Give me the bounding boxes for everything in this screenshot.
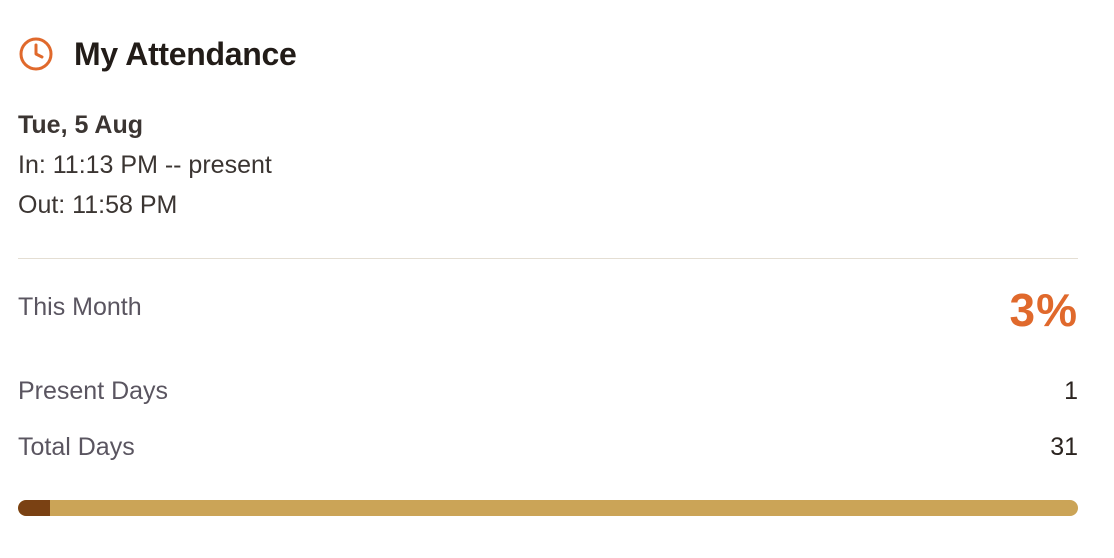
attendance-progress-bar [18,500,1078,516]
this-month-label: This Month [18,293,142,321]
check-out-text: Out: 11:58 PM [18,191,178,219]
present-days-value: 1 [1064,377,1078,405]
attendance-card: My Attendance Tue, 5 Aug In: 11:13 PM --… [0,0,1114,558]
attendance-progress-fill [18,500,50,516]
attendance-percent: 3% [1009,284,1078,336]
clock-icon [18,36,54,72]
page-title: My Attendance [74,35,297,72]
total-days-label: Total Days [18,433,135,461]
present-days-label: Present Days [18,377,169,405]
attendance-date: Tue, 5 Aug [18,111,143,139]
divider [18,258,1078,259]
check-in-text: In: 11:13 PM -- present [18,151,272,179]
total-days-value: 31 [1050,433,1078,461]
card-header: My Attendance [18,32,297,76]
